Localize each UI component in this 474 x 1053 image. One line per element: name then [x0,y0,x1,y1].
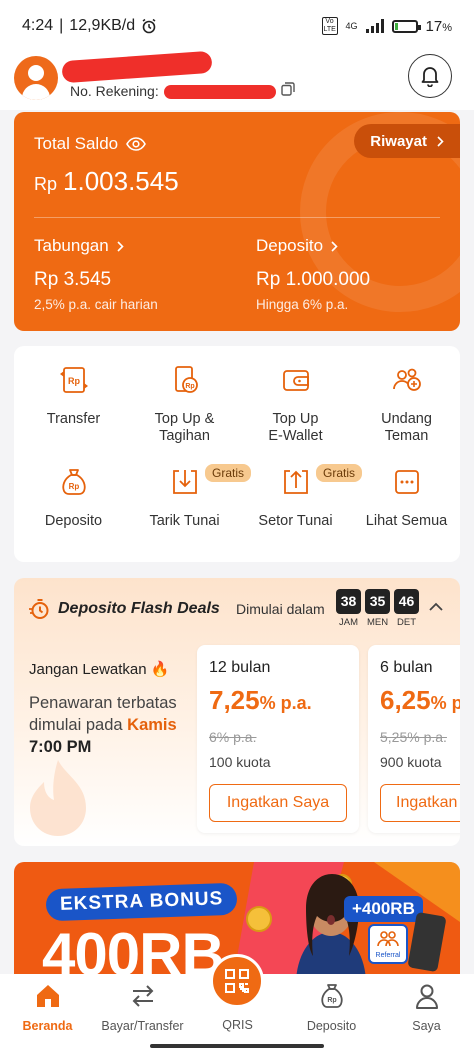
menu-see-all[interactable]: Lihat Semua [351,466,462,530]
menu-deposit[interactable]: Rp Deposito [18,466,129,530]
menu-topup-bills[interactable]: Rp Top Up & Tagihan [129,364,240,445]
deposit-note: Hingga 6% p.a. [256,297,349,312]
menu-cash-deposit[interactable]: Setor Tunai Gratis [240,464,363,530]
remind-me-button[interactable]: Ingatkan Saya [380,784,460,822]
alarm-icon [142,18,156,34]
more-icon [394,470,419,494]
volte-icon: Vo LTE [321,17,338,35]
menu-topup-ewallet[interactable]: Top Up E-Wallet [240,364,351,445]
deposit-cash-icon [283,470,308,494]
status-time: 4:24 [22,17,54,34]
bonus-amount: 400RB [42,921,225,974]
money-bag-icon: Rp [320,984,343,1008]
flash-deals-card: Deposito Flash Deals Dimulai dalam 38 JAM… [14,578,460,846]
transfer-arrows-icon [132,985,153,1007]
system-home-indicator[interactable] [150,1044,324,1048]
notification-button[interactable] [408,54,452,98]
quick-menu: Rp Transfer Rp Top Up & Tagihan Top Up E-W… [14,346,460,562]
status-bar: 4:24 | 12,9KB/d Vo LTE 4G 17% [0,0,474,52]
bell-icon [421,67,439,87]
deposit-section[interactable]: Deposito Rp 1.000.000 Hingga 6% p.a. [256,236,370,312]
divider [34,217,440,218]
timer-seconds: 46 DET [394,589,419,628]
invite-people-icon [392,368,421,391]
deposit-amount: Rp 1.000.000 [256,269,371,290]
currency-label: Rp [34,174,58,194]
qr-code-icon [225,969,249,993]
timer-minutes: 35 MEN [365,589,390,628]
chevron-right-icon [117,240,124,252]
battery-level: 17 [425,17,443,35]
flame-icon [30,760,86,836]
chevron-right-icon [331,240,338,252]
deal-card[interactable]: 12 bulan 7,25% p.a. 6% p.a. 100 kuota In… [197,645,359,833]
header: No. Rekening: [0,50,474,110]
wallet-icon [282,370,309,391]
menu-invite-friends[interactable]: Undang Teman [351,364,462,445]
referral-icon [377,931,399,947]
redacted-account-number [164,85,276,99]
nav-qris[interactable]: QRIS [190,1018,285,1032]
bonus-tag: EKSTRA BONUS [45,882,238,922]
menu-transfer[interactable]: Rp Transfer [18,364,129,428]
transfer-icon: Rp [59,367,88,393]
savings-label: Tabungan [34,236,109,255]
nav-home[interactable]: Beranda [0,982,95,1033]
withdraw-icon [172,470,197,494]
timer-hours: 38 JAM [336,589,361,628]
status-speed: 12,9KB/d [69,17,136,34]
starts-in-label: Dimulai dalam [236,601,325,617]
redacted-name [61,50,213,84]
savings-note: 2,5% p.a. cair harian [34,297,158,312]
nav-pay-transfer[interactable]: Bayar/Transfer [95,982,190,1033]
chevron-right-icon [437,135,444,147]
bonus-badge: +400RB [344,896,423,922]
svg-text:Rp: Rp [68,482,79,491]
deposit-label: Deposito [256,236,324,255]
savings-amount: Rp 3.545 [34,269,112,290]
nav-deposit[interactable]: Rp Deposito [284,982,379,1033]
svg-text:Rp: Rp [185,383,194,390]
nav-profile[interactable]: Saya [379,982,474,1033]
qris-button[interactable] [210,954,264,1008]
savings-section[interactable]: Tabungan Rp 3.545 2,5% p.a. cair harian [34,236,158,312]
chevron-up-icon[interactable] [428,600,444,612]
coin-icon [246,906,272,932]
balance-card: Total Saldo Rp 1.003.545 Riwayat Tabunga… [14,112,460,331]
bill-icon: Rp [174,366,198,393]
account-number-label: No. Rekening: [70,83,159,99]
avatar[interactable] [14,56,58,100]
home-icon [36,985,59,1007]
dont-miss-label: Jangan Lewatkan 🔥 [29,661,170,678]
bottom-nav: Beranda Bayar/Transfer QRIS Rp Deposito … [0,954,474,1053]
stopwatch-icon [29,599,49,619]
svg-text:Rp: Rp [68,376,80,386]
eye-icon[interactable] [126,137,147,151]
menu-cash-withdrawal[interactable]: Tarik Tunai Gratis [129,464,252,530]
total-balance-label: Total Saldo [34,134,119,153]
remind-me-button[interactable]: Ingatkan Saya [209,784,347,822]
offer-description: Penawaran terbatas dimulai pada Kamis 7:0… [29,694,177,756]
battery-icon [391,19,421,33]
history-button[interactable]: Riwayat [354,124,460,158]
referral-badge: Referral [368,924,408,964]
user-icon [415,984,438,1009]
network-type: 4G [345,21,358,31]
flash-deals-title: Deposito Flash Deals [58,600,220,617]
copy-icon[interactable] [281,82,295,96]
svg-text:Rp: Rp [327,997,336,1004]
total-balance-amount: 1.003.545 [63,166,179,196]
deal-card[interactable]: 6 bulan 6,25% p.a. 5,25% p.a. 900 kuota … [368,645,460,833]
money-bag-icon: Rp [61,469,86,495]
signal-icon [365,19,384,33]
